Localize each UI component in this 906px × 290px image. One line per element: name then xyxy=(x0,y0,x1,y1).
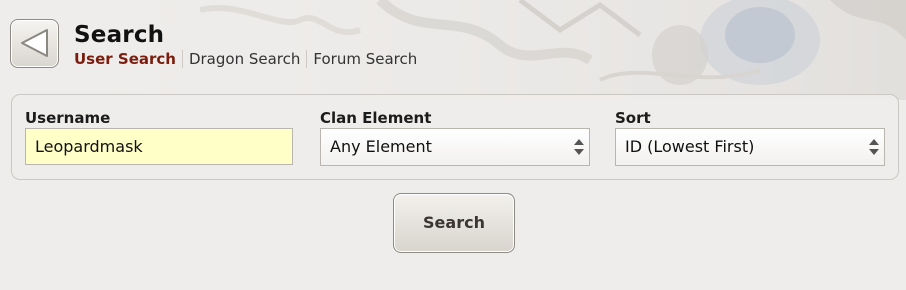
username-label: Username xyxy=(25,109,111,127)
sort-label: Sort xyxy=(615,109,651,127)
sort-select[interactable]: ID (Lowest First) xyxy=(615,128,885,166)
tab-dragon-search[interactable]: Dragon Search xyxy=(181,50,306,68)
username-input[interactable] xyxy=(25,128,293,165)
clan-element-select[interactable]: Any Element xyxy=(320,128,590,166)
clan-element-label: Clan Element xyxy=(320,109,432,127)
tab-user-search[interactable]: User Search xyxy=(74,50,182,68)
updown-arrows-icon xyxy=(574,139,584,155)
back-arrow-icon xyxy=(21,29,48,57)
clan-element-selected: Any Element xyxy=(330,137,432,156)
back-button[interactable] xyxy=(10,19,59,68)
search-type-tabs: User Search Dragon Search Forum Search xyxy=(74,50,423,68)
updown-arrows-icon xyxy=(869,139,879,155)
page-title: Search xyxy=(74,22,165,48)
sort-selected: ID (Lowest First) xyxy=(625,137,755,156)
tab-forum-search[interactable]: Forum Search xyxy=(306,50,423,68)
search-button[interactable]: Search xyxy=(393,193,515,253)
search-form-panel: Username Clan Element Any Element Sort I… xyxy=(11,94,899,180)
